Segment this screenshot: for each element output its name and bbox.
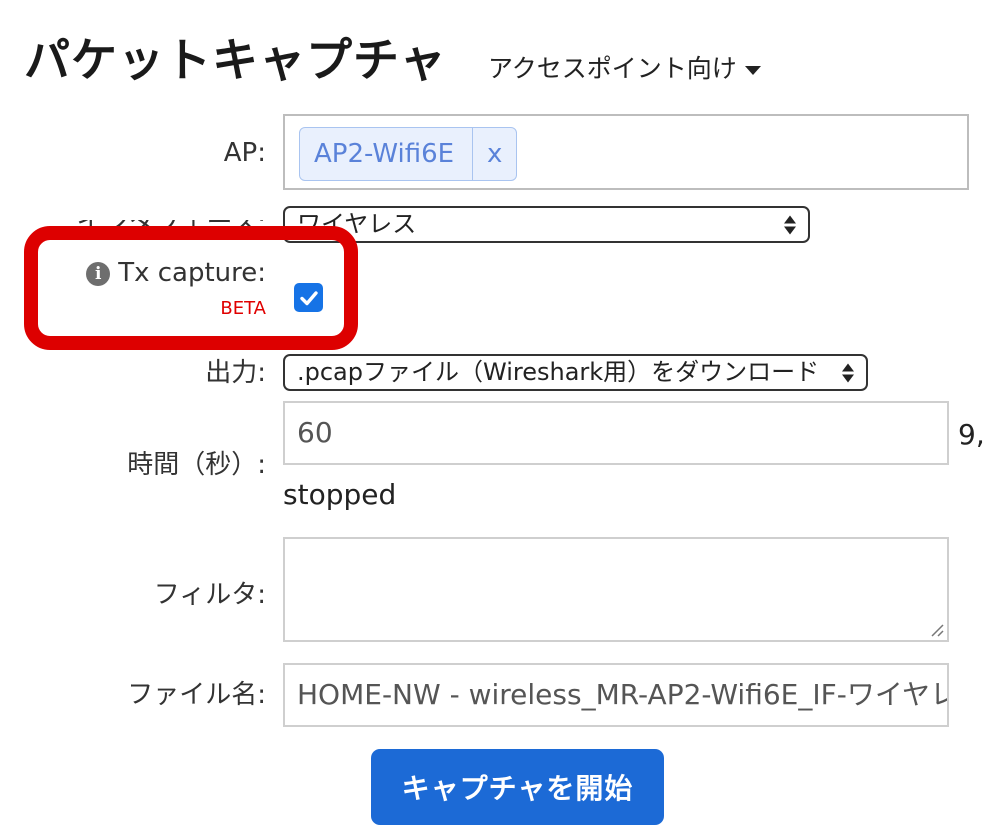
output-select-value: .pcapファイル（Wireshark用）をダウンロード — [297, 358, 820, 386]
ap-tag-remove-button[interactable]: x — [472, 128, 516, 180]
duration-input[interactable]: 60 — [283, 401, 949, 465]
resize-handle-icon[interactable] — [929, 622, 945, 638]
duration-label: 時間（秒）: — [127, 450, 266, 480]
filter-textarea[interactable] — [283, 537, 949, 642]
updown-arrows-icon — [842, 363, 854, 382]
info-circle-icon[interactable]: i — [86, 262, 111, 286]
tx-capture-checkbox[interactable] — [294, 283, 323, 312]
page-title: パケットキャプチャ — [24, 33, 447, 87]
output-label: 出力: — [205, 358, 266, 388]
output-select[interactable]: .pcapファイル（Wireshark用）をダウンロード — [283, 354, 868, 391]
ap-tag-label: AP2-Wifi6E — [314, 139, 455, 169]
ap-label: AP: — [223, 138, 266, 168]
updown-arrows-icon — [784, 215, 796, 234]
filename-input[interactable]: HOME-NW - wireless_MR-AP2-Wifi6E_IF-ワイヤレ… — [283, 663, 949, 727]
filename-label: ファイル名: — [127, 680, 266, 710]
duration-side-text: 9, — [958, 418, 985, 451]
beta-badge: BETA — [220, 298, 266, 319]
tx-capture-label-text: Tx capture: — [118, 258, 266, 288]
filter-label: フィルタ: — [153, 580, 266, 610]
capture-status: stopped — [283, 478, 397, 511]
ap-tag-input[interactable]: AP2-Wifi6E x — [283, 114, 969, 190]
mode-dropdown-label: アクセスポイント向け — [488, 54, 737, 83]
caret-down-icon — [744, 65, 761, 75]
start-capture-button[interactable]: キャプチャを開始 — [371, 749, 664, 825]
interface-select[interactable]: ワイヤレス — [283, 206, 810, 243]
checkmark-icon — [299, 290, 318, 305]
tx-capture-label: i Tx capture: — [86, 256, 266, 290]
mode-dropdown[interactable]: アクセスポイント向け — [488, 52, 761, 86]
ap-tag-chip: AP2-Wifi6E x — [299, 127, 518, 181]
